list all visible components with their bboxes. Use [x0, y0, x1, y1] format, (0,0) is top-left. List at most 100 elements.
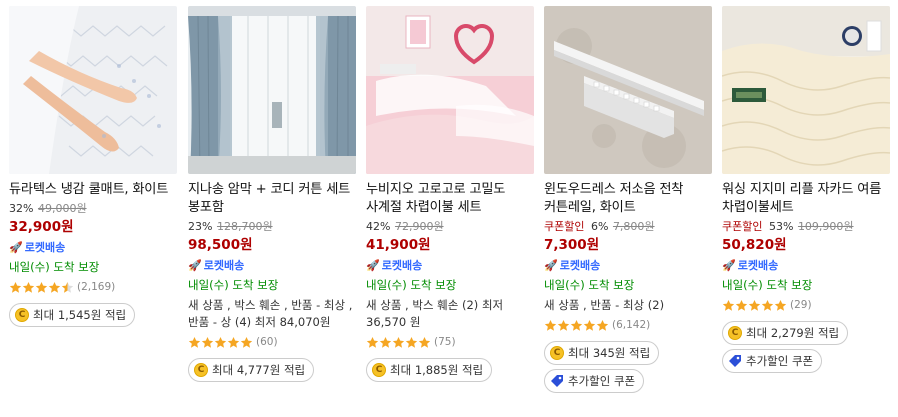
product-title[interactable]: 윈도우드레스 저소음 전착 커튼레일, 화이트	[544, 181, 712, 217]
product-image[interactable]	[722, 6, 890, 174]
rating: (2,169)	[9, 279, 177, 295]
product-image[interactable]	[188, 6, 356, 174]
sale-price: 41,900원	[366, 237, 431, 253]
product-card[interactable]: 듀라텍스 냉감 쿨매트, 화이트 32% 49,000원 32,900원 🚀 로…	[9, 6, 177, 327]
original-price: 72,900원	[394, 220, 444, 233]
coupon-pill[interactable]: 추가할인 쿠폰	[722, 349, 823, 373]
star-icon	[9, 281, 22, 293]
coin-icon: C	[372, 363, 386, 377]
discount-rate: 6%	[590, 220, 609, 233]
used-options[interactable]: 새 상품 , 반품 - 최상 (2)	[544, 297, 712, 314]
star-icon	[48, 281, 61, 293]
price-discount-row: 42% 72,900원	[366, 219, 534, 235]
star-icon	[722, 299, 735, 311]
rating: (6,142)	[544, 317, 712, 333]
product-grid: 듀라텍스 냉감 쿨매트, 화이트 32% 49,000원 32,900원 🚀 로…	[0, 0, 898, 417]
review-count: (60)	[256, 336, 278, 348]
reward-pill: C 최대 1,885원 적립	[366, 358, 493, 382]
star-icon	[379, 336, 392, 348]
star-icon	[735, 299, 748, 311]
product-title[interactable]: 워싱 지지미 리플 자카드 여름 차렵이불세트	[722, 181, 890, 217]
coupon-text: 추가할인 쿠폰	[568, 374, 636, 388]
star-rating	[9, 281, 74, 294]
coupon-discount-label: 쿠폰할인	[722, 220, 763, 233]
rocket-delivery-badge: 🚀 로켓배송	[9, 241, 177, 255]
star-rating	[544, 319, 609, 332]
pill-list: 추가할인 쿠폰	[722, 345, 890, 373]
star-icon	[544, 319, 557, 331]
rocket-icon: 🚀	[722, 259, 736, 272]
original-price: 109,900원	[797, 220, 854, 233]
product-title[interactable]: 듀라텍스 냉감 쿨매트, 화이트	[9, 181, 177, 199]
coupon-text: 추가할인 쿠폰	[746, 354, 814, 368]
star-icon	[227, 336, 240, 348]
reward-text: 최대 1,545원 적립	[33, 308, 127, 322]
reward-text: 최대 4,777원 적립	[212, 363, 306, 377]
price-discount-row: 32% 49,000원	[9, 201, 177, 217]
reward-pill: C 최대 4,777원 적립	[188, 358, 315, 382]
star-icon	[761, 299, 774, 311]
delivery-date: 내일(수) 도착 보장	[722, 278, 813, 292]
rocket-label: 로켓배송	[737, 259, 779, 272]
product-card[interactable]: 워싱 지지미 리플 자카드 여름 차렵이불세트 쿠폰할인 53% 109,900…	[722, 6, 890, 373]
rating: (60)	[188, 334, 356, 350]
price-discount-row: 쿠폰할인 6% 7,800원	[544, 219, 712, 235]
original-price: 128,700원	[216, 220, 273, 233]
delivery-date: 내일(수) 도착 보장	[544, 278, 635, 292]
review-count: (2,169)	[77, 281, 116, 293]
used-options[interactable]: 새 상품 , 박스 훼손 , 반품 - 최상 , 반품 - 상 (4) 최저 8…	[188, 297, 356, 331]
sale-price: 32,900원	[9, 219, 74, 235]
rocket-icon: 🚀	[9, 241, 23, 254]
price-discount-row: 23% 128,700원	[188, 219, 356, 235]
product-card[interactable]: 지나송 암막 + 코디 커튼 세트 봉포함 23% 128,700원 98,50…	[188, 6, 356, 382]
star-icon	[201, 336, 214, 348]
rocket-label: 로켓배송	[381, 259, 423, 272]
star-icon	[418, 336, 431, 348]
star-icon	[748, 299, 761, 311]
review-count: (75)	[434, 336, 456, 348]
star-rating	[188, 336, 253, 349]
original-price: 49,000원	[37, 202, 87, 215]
coin-icon: C	[550, 346, 564, 360]
rocket-icon: 🚀	[188, 259, 202, 272]
star-icon	[583, 319, 596, 331]
star-icon	[240, 336, 253, 348]
star-icon	[596, 319, 609, 331]
review-count: (29)	[790, 299, 812, 311]
star-icon	[774, 299, 787, 311]
rocket-label: 로켓배송	[203, 259, 245, 272]
star-icon	[214, 336, 227, 348]
product-card[interactable]: 누비지오 고로고로 고밀도 사계절 차렵이불 세트 42% 72,900원 41…	[366, 6, 534, 382]
delivery-date: 내일(수) 도착 보장	[9, 260, 100, 274]
product-image[interactable]	[366, 6, 534, 174]
rocket-delivery-badge: 🚀 로켓배송	[188, 259, 356, 273]
discount-rate: 53%	[768, 220, 794, 233]
product-image[interactable]	[544, 6, 712, 174]
product-title[interactable]: 지나송 암막 + 코디 커튼 세트 봉포함	[188, 181, 356, 217]
rocket-delivery-badge: 🚀 로켓배송	[544, 259, 712, 273]
star-icon	[405, 336, 418, 348]
product-image[interactable]	[9, 6, 177, 174]
rocket-label: 로켓배송	[24, 241, 66, 254]
product-card[interactable]: 윈도우드레스 저소음 전착 커튼레일, 화이트 쿠폰할인 6% 7,800원 7…	[544, 6, 712, 393]
price-discount-row: 쿠폰할인 53% 109,900원	[722, 219, 890, 235]
reward-pill: C 최대 2,279원 적립	[722, 321, 849, 345]
product-title[interactable]: 누비지오 고로고로 고밀도 사계절 차렵이불 세트	[366, 181, 534, 217]
sale-price: 98,500원	[188, 237, 253, 253]
coupon-pill[interactable]: 추가할인 쿠폰	[544, 369, 645, 393]
star-icon	[392, 336, 405, 348]
rocket-icon: 🚀	[544, 259, 558, 272]
original-price: 7,800원	[612, 220, 655, 233]
discount-rate: 42%	[366, 220, 391, 233]
used-options[interactable]: 새 상품 , 박스 훼손 (2) 최저 36,570 원	[366, 297, 534, 331]
rating: (29)	[722, 297, 890, 313]
coin-icon: C	[15, 308, 29, 322]
star-icon	[22, 281, 35, 293]
reward-text: 최대 1,885원 적립	[390, 363, 484, 377]
reward-text: 최대 345원 적립	[568, 346, 651, 360]
star-icon	[35, 281, 48, 293]
star-icon	[366, 336, 379, 348]
pill-list: 추가할인 쿠폰	[544, 365, 712, 393]
sale-price: 50,820원	[722, 237, 787, 253]
star-icon	[570, 319, 583, 331]
